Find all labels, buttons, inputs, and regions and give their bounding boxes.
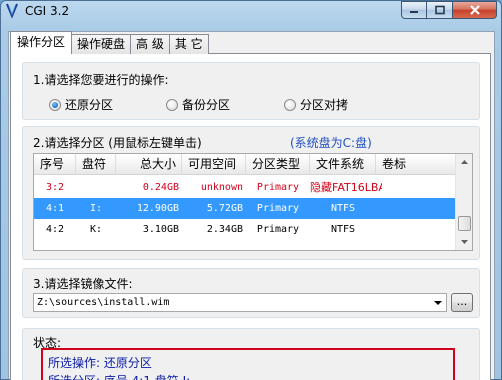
radio-unselected-icon [284, 98, 296, 111]
cell-free: 2.34GB [206, 224, 243, 235]
radio-label: 还原分区 [65, 98, 114, 112]
cell-free: 5.72GB [206, 203, 243, 214]
radio-unselected-icon [166, 98, 178, 111]
scroll-up-button[interactable] [457, 154, 472, 171]
cell-fs: NTFS [330, 203, 356, 214]
maximize-button[interactable] [427, 1, 453, 19]
col-header-label[interactable]: 卷标 [376, 154, 457, 175]
image-file-combobox[interactable]: Z:\sources\install.wim [33, 293, 447, 312]
scroll-down-button[interactable] [457, 233, 472, 250]
chevron-up-icon [461, 160, 468, 164]
tab-operate-disk[interactable]: 操作硬盘 [71, 34, 132, 54]
cell-num: 4:2 [45, 224, 65, 235]
col-header-total[interactable]: 总大小 [116, 154, 182, 175]
radio-selected-icon [49, 98, 61, 111]
cell-total: 12.90GB [136, 203, 179, 214]
cell-fs: NTFS [330, 224, 356, 235]
table-row-selected[interactable]: 4:1 I: 12.90GB 5.72GB Primary NTFS [34, 198, 457, 219]
minimize-icon [410, 11, 418, 13]
cell-type: Primary [256, 224, 300, 235]
col-header-free[interactable]: 可用空间 [182, 154, 246, 175]
status-line-operation: 所选操作: 还原分区 [48, 356, 152, 370]
cell-num: 4:1 [45, 203, 65, 214]
tab-advanced[interactable]: 高 级 [130, 34, 170, 54]
radio-label: 分区对拷 [300, 98, 349, 112]
cell-drive: I: [89, 203, 103, 214]
table-header: 序号 盘符 总大小 可用空间 分区类型 文件系统 卷标 [34, 154, 457, 175]
browse-button[interactable]: ... [451, 293, 473, 312]
cell-fs: 隐藏FAT16LBA [310, 181, 382, 194]
partition-table: 序号 盘符 总大小 可用空间 分区类型 文件系统 卷标 3:2 0.24GB u… [33, 153, 473, 251]
chevron-down-icon [461, 240, 468, 244]
scroll-thumb[interactable] [458, 216, 471, 231]
tab-other[interactable]: 其 它 [168, 34, 209, 54]
app-icon [6, 3, 18, 19]
status-line-partition: 所选分区: 序号 4:1 盘符 I: [48, 372, 190, 380]
caption-buttons [401, 1, 497, 19]
partition-label: 2.请选择分区 (用鼠标左键单击) [33, 136, 202, 150]
cell-label [384, 219, 457, 240]
radio-copy-partition[interactable]: 分区对拷 [284, 96, 348, 113]
col-header-fs[interactable]: 文件系统 [310, 154, 376, 175]
window-title: CGI 3.2 [25, 4, 70, 18]
cell-label [384, 198, 457, 219]
cell-label [384, 177, 457, 198]
maximize-icon [434, 5, 445, 15]
operation-label: 1.请选择您要进行的操作: [33, 73, 169, 87]
close-icon [469, 5, 480, 15]
cell-type: Primary [256, 182, 300, 193]
image-file-label: 3.请选择镜像文件: [33, 277, 133, 291]
cell-drive: K: [89, 224, 103, 235]
radio-label: 备份分区 [182, 98, 231, 112]
title-bar[interactable]: CGI 3.2 [1, 1, 501, 23]
cell-drive [76, 177, 116, 198]
tab-bar: 操作分区 操作硬盘 高 级 其 它 [10, 31, 209, 54]
table-row[interactable]: 4:2 K: 3.10GB 2.34GB Primary NTFS [34, 219, 457, 240]
col-header-drive[interactable]: 盘符 [76, 154, 116, 175]
radio-backup-partition[interactable]: 备份分区 [166, 96, 230, 113]
cell-total: 0.24GB [142, 182, 179, 193]
dropdown-arrow-icon[interactable] [430, 294, 446, 311]
image-file-value: Z:\sources\install.wim [37, 297, 170, 308]
col-header-type[interactable]: 分区类型 [246, 154, 310, 175]
table-scrollbar[interactable] [455, 154, 472, 250]
status-box: 所选操作: 还原分区 所选分区: 序号 4:1 盘符 I: [41, 348, 455, 380]
minimize-button[interactable] [401, 1, 427, 19]
cell-num: 3:2 [45, 182, 65, 193]
radio-restore-partition[interactable]: 还原分区 [49, 96, 113, 113]
cell-free: unknown [200, 182, 243, 193]
table-row[interactable]: 3:2 0.24GB unknown Primary 隐藏FAT16LBA [34, 177, 457, 198]
cell-type: Primary [256, 203, 300, 214]
close-button[interactable] [453, 1, 497, 19]
cell-total: 3.10GB [142, 224, 179, 235]
system-disk-note: (系统盘为C:盘) [290, 136, 372, 150]
tab-operate-partition[interactable]: 操作分区 [10, 31, 73, 54]
col-header-num[interactable]: 序号 [34, 154, 76, 175]
